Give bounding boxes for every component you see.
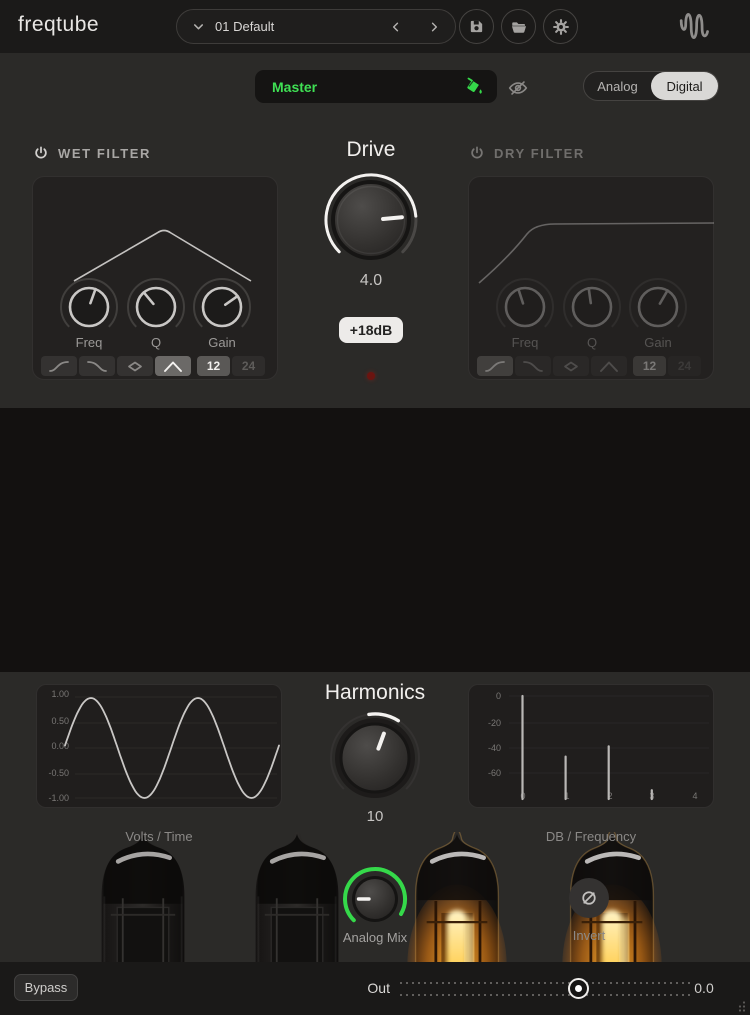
harmonics-knob[interactable] [305, 688, 445, 828]
dry-filter-panel: Freq Q Gain 12 24 [468, 176, 714, 380]
bell-icon [598, 360, 620, 373]
mode-analog-button[interactable]: Analog [584, 72, 651, 100]
dry-power-icon[interactable] [469, 145, 485, 161]
wet-gain-knob[interactable] [190, 275, 254, 339]
out-slider-track[interactable] [400, 994, 690, 996]
scope-caption: Volts / Time [36, 829, 282, 844]
dry-gain-knob[interactable] [626, 275, 690, 339]
bypass-button[interactable]: Bypass [14, 974, 78, 1001]
wet-filter-panel: Freq Q Gain 12 24 [32, 176, 278, 380]
wet-highpass-button[interactable] [41, 356, 77, 376]
save-icon [468, 18, 485, 35]
out-label: Out [340, 980, 390, 996]
invert-button[interactable] [569, 878, 609, 918]
settings-button[interactable] [543, 9, 578, 44]
dry-highpass-button[interactable] [477, 356, 513, 376]
notch-icon [124, 360, 146, 373]
lowpass-icon [86, 360, 108, 373]
drive-led [367, 372, 375, 380]
load-preset-button[interactable] [501, 9, 536, 44]
dry-bell-button[interactable] [591, 356, 627, 376]
out-slider-track[interactable] [400, 982, 690, 984]
dry-slope-24-button[interactable]: 24 [668, 356, 701, 376]
dry-q-knob[interactable] [560, 275, 624, 339]
wet-gain-label: Gain [190, 335, 254, 350]
dry-freq-label: Freq [493, 335, 557, 350]
resize-grip-icon[interactable] [734, 1000, 746, 1012]
wet-notch-button[interactable] [117, 356, 153, 376]
mode-toggle: Analog Digital [583, 71, 719, 101]
prev-preset-icon[interactable] [389, 20, 403, 34]
target-label: Master [272, 79, 317, 95]
wet-filter-header: WET FILTER [33, 145, 151, 161]
wet-freq-label: Freq [57, 335, 121, 350]
wet-q-knob[interactable] [124, 275, 188, 339]
phase-invert-icon [578, 887, 600, 909]
wet-lowpass-button[interactable] [79, 356, 115, 376]
spectrum-caption: DB / Frequency [468, 829, 714, 844]
dry-notch-button[interactable] [553, 356, 589, 376]
mode-digital-button[interactable]: Digital [651, 72, 718, 100]
analog-mix-label: Analog Mix [295, 930, 455, 945]
dry-gain-label: Gain [626, 335, 690, 350]
spectrum-plot [469, 685, 715, 809]
bottom-bar: Bypass Out 0.0 [0, 962, 750, 1015]
chevron-down-icon [191, 19, 206, 34]
app-logo: freqtube [18, 13, 99, 37]
highpass-icon [484, 360, 506, 373]
wet-freq-knob[interactable] [57, 275, 121, 339]
lowpass-icon [522, 360, 544, 373]
drive-knob[interactable] [301, 150, 441, 290]
paint-bucket-icon [463, 76, 485, 98]
volts-time-scope: 1.00 0.50 0.00 -0.50 -1.00 [36, 684, 282, 808]
freqtube-plugin-window: freqtube 01 Default [0, 0, 750, 1015]
wet-slope-24-button[interactable]: 24 [232, 356, 265, 376]
wet-q-label: Q [124, 335, 188, 350]
preset-name: 01 Default [215, 19, 274, 34]
dry-filter-title: DRY FILTER [494, 146, 585, 161]
wet-filter-title: WET FILTER [58, 146, 151, 161]
dry-lowpass-button[interactable] [515, 356, 551, 376]
out-slider-thumb[interactable] [568, 978, 589, 999]
target-selector[interactable]: Master [255, 70, 497, 103]
scope-plot [37, 685, 283, 809]
drive-value: 4.0 [291, 272, 451, 290]
boost-18db-button[interactable]: +18dB [339, 317, 403, 343]
out-value: 0.0 [686, 980, 722, 996]
db-frequency-scope: 0 -20 -40 -60 0 1 2 3 4 [468, 684, 714, 808]
folder-icon [510, 18, 528, 36]
bell-icon [162, 360, 184, 373]
tube-stage: E83CC E83CC 12AT7 12AT7 Tilt [0, 408, 750, 672]
waveform-logo-icon [672, 7, 734, 47]
preset-selector[interactable]: 01 Default [176, 9, 456, 44]
dry-q-label: Q [560, 335, 624, 350]
harmonics-value: 10 [295, 808, 455, 825]
invert-label: Invert [509, 928, 669, 943]
dry-slope-12-button[interactable]: 12 [633, 356, 666, 376]
title-bar: freqtube 01 Default [0, 0, 750, 53]
eye-hidden-icon[interactable] [506, 77, 530, 99]
highpass-icon [48, 360, 70, 373]
notch-icon [560, 360, 582, 373]
wet-slope-12-button[interactable]: 12 [197, 356, 230, 376]
dry-filter-header: DRY FILTER [469, 145, 585, 161]
gear-icon [552, 18, 570, 36]
save-preset-button[interactable] [459, 9, 494, 44]
wet-bell-button[interactable] [155, 356, 191, 376]
wet-power-icon[interactable] [33, 145, 49, 161]
next-preset-icon[interactable] [427, 20, 441, 34]
dry-freq-knob[interactable] [493, 275, 557, 339]
